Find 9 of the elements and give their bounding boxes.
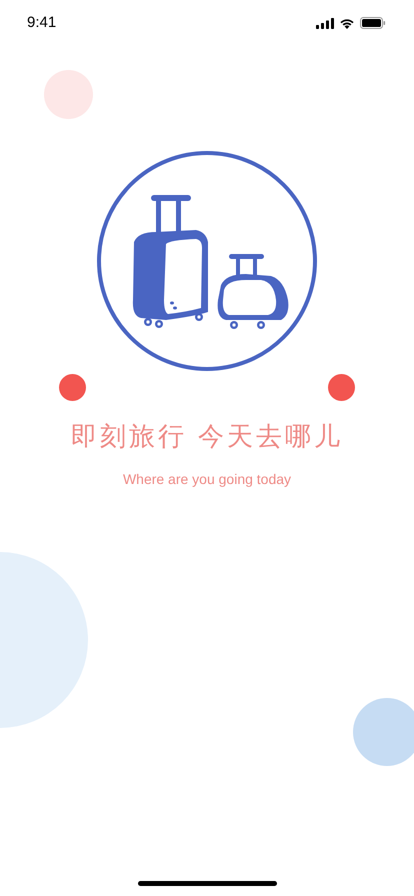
signal-icon: [316, 18, 334, 28]
status-time: 9:41: [27, 14, 56, 31]
headline: 即刻旅行 今天去哪儿: [70, 421, 344, 453]
dot-icon: [328, 374, 355, 401]
dot-icon: [59, 374, 86, 401]
subtitle: Where are you going today: [122, 471, 292, 487]
wifi-icon: [339, 17, 355, 29]
battery-icon: [360, 17, 386, 29]
decorative-circle: [44, 70, 93, 119]
